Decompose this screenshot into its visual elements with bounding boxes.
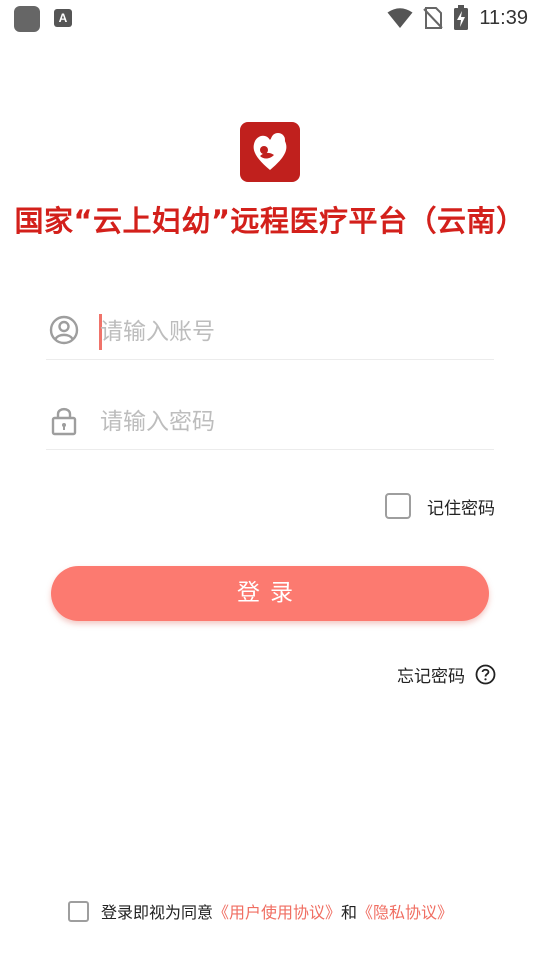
- user-icon: [49, 315, 79, 345]
- status-icons: 11:39: [387, 4, 528, 32]
- app-title: 国家“云上妇幼”远程医疗平台（云南）: [14, 204, 526, 238]
- user-agreement-link[interactable]: 《用户使用协议》: [213, 899, 341, 923]
- no-sim-icon: [423, 7, 444, 29]
- status-bar: A 11:39: [0, 0, 540, 36]
- account-field[interactable]: [46, 300, 494, 360]
- remember-checkbox[interactable]: [385, 493, 411, 519]
- app-notification-icon: [14, 6, 40, 32]
- hospital-logo-icon: [240, 122, 300, 182]
- forgot-password-link[interactable]: 忘记密码: [397, 662, 496, 687]
- remember-password[interactable]: 记住密码: [385, 493, 495, 519]
- help-circle-icon: [475, 664, 496, 685]
- wifi-icon: [387, 8, 413, 28]
- battery-charging-icon: [454, 5, 469, 30]
- agreement-prefix: 登录即视为同意: [101, 903, 214, 922]
- password-input[interactable]: [100, 400, 480, 444]
- agreement-checkbox[interactable]: [68, 900, 89, 922]
- password-field[interactable]: [46, 390, 494, 450]
- login-button[interactable]: 登录: [51, 566, 489, 621]
- account-input[interactable]: [100, 310, 480, 354]
- clock-time: 11:39: [479, 6, 528, 29]
- privacy-policy-link[interactable]: 《隐私协议》: [357, 899, 453, 923]
- remember-label: 记住密码: [427, 498, 495, 519]
- lock-icon: [51, 407, 77, 436]
- a-icon: A: [54, 9, 72, 27]
- agreement-and: 和: [341, 903, 358, 922]
- agreement-row: 登录即视为同意 《用户使用协议》 和 《隐私协议》: [68, 899, 453, 923]
- forgot-password-label: 忘记密码: [397, 667, 465, 687]
